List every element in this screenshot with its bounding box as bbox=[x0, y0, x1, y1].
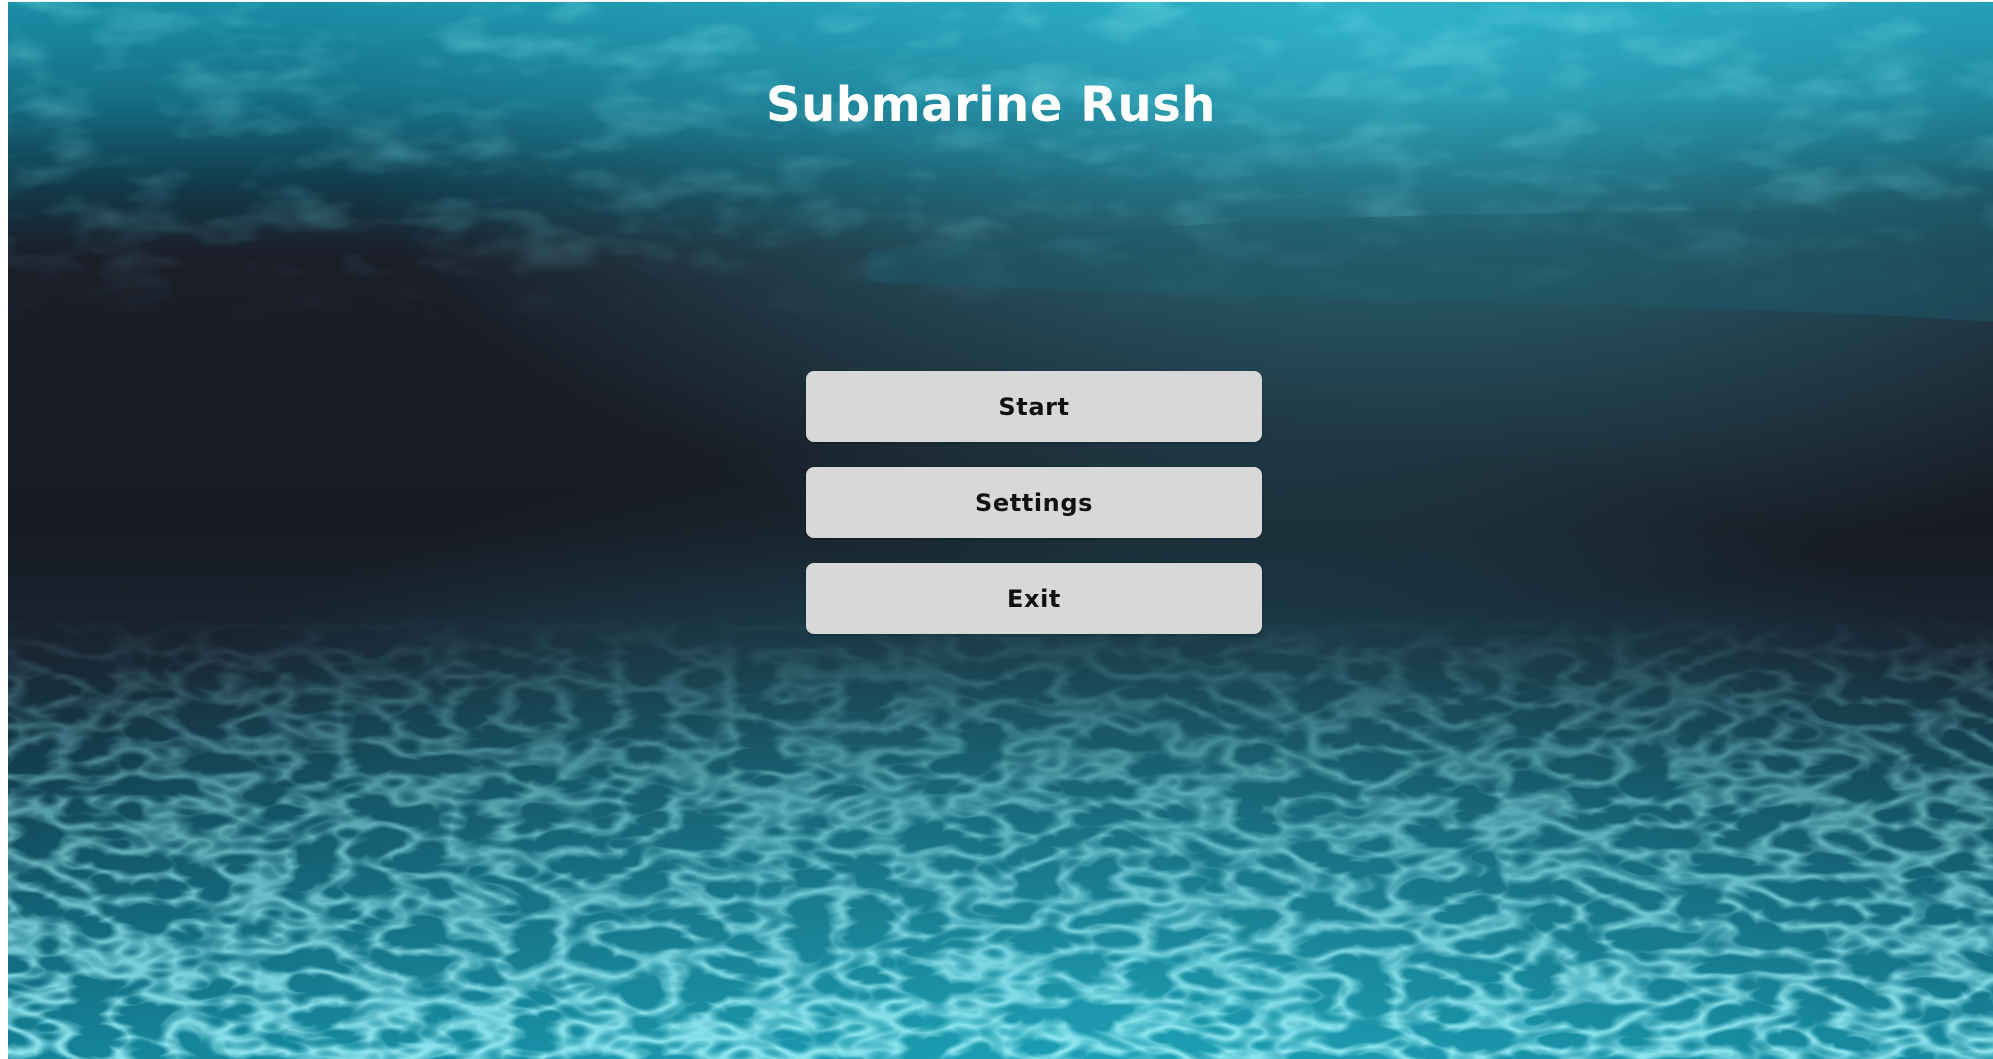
game-title: Submarine Rush bbox=[766, 77, 1216, 133]
exit-button[interactable]: Exit bbox=[806, 563, 1262, 634]
start-button[interactable]: Start bbox=[806, 371, 1262, 442]
game-viewport: Submarine Rush Start Settings Exit bbox=[8, 2, 1993, 1059]
settings-button[interactable]: Settings bbox=[806, 467, 1262, 538]
main-menu: Start Settings Exit bbox=[806, 371, 1262, 634]
